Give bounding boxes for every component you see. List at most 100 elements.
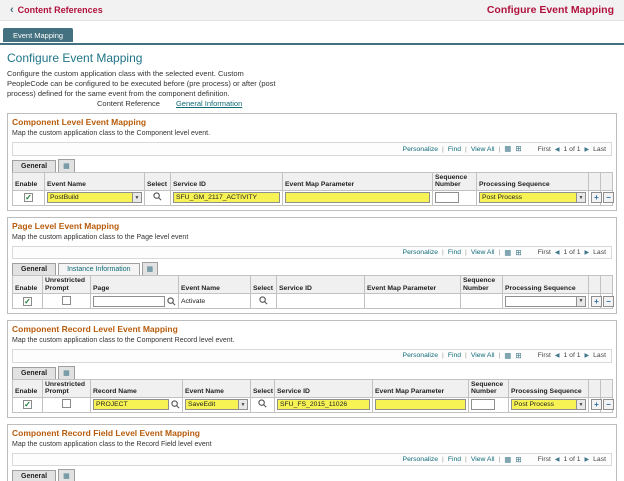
event-map-parameter-input[interactable] bbox=[285, 192, 430, 204]
separator: | bbox=[442, 352, 444, 360]
window-title: Configure Event Mapping bbox=[486, 4, 614, 16]
show-all-columns-tab-icon[interactable]: ▦ bbox=[58, 365, 75, 379]
event-map-parameter-input[interactable] bbox=[375, 399, 466, 411]
unrestricted-prompt-checkbox[interactable] bbox=[62, 399, 71, 409]
record-name-input[interactable]: PROJECT bbox=[93, 399, 169, 411]
service-id-input[interactable]: SFU_GM_2117_ACTIVITY bbox=[173, 192, 280, 204]
lookup-icon[interactable] bbox=[259, 295, 268, 305]
enable-checkbox[interactable]: ✓ bbox=[23, 400, 32, 410]
add-row-button[interactable]: + bbox=[591, 399, 602, 411]
grid-tab-instance-information[interactable]: Instance Information bbox=[58, 263, 140, 276]
last-label[interactable]: Last bbox=[593, 146, 606, 153]
column-header: Unrestricted Prompt bbox=[42, 378, 91, 398]
section-description: Map the custom application class to the … bbox=[12, 130, 211, 138]
previous-row-icon[interactable]: ◀ bbox=[555, 352, 560, 359]
find-link[interactable]: Find bbox=[448, 249, 461, 256]
section-component-record-level: Component Record Level Event Mapping Map… bbox=[7, 320, 617, 418]
remove-row-button[interactable]: − bbox=[603, 399, 614, 411]
table-row: ✓ PostBuild ▼ SFU_GM_2117_ACTIVITY Post P… bbox=[12, 189, 614, 206]
unrestricted-prompt-checkbox[interactable] bbox=[62, 295, 71, 305]
grid-tab-general[interactable]: General bbox=[12, 159, 57, 172]
download-icon[interactable]: ▦ bbox=[504, 145, 511, 153]
grid-toolbar: Personalize | Find | View All | ▦ ⊞ Firs… bbox=[12, 142, 612, 156]
last-label[interactable]: Last bbox=[593, 352, 606, 359]
general-information-link[interactable]: General Information bbox=[176, 99, 242, 108]
first-label[interactable]: First bbox=[538, 146, 551, 153]
show-all-columns-tab-icon[interactable]: ▦ bbox=[141, 262, 159, 276]
last-label[interactable]: Last bbox=[593, 249, 606, 256]
column-header: Record Name bbox=[90, 378, 183, 398]
find-link[interactable]: Find bbox=[448, 352, 461, 359]
row-count: 1 of 1 bbox=[563, 352, 581, 360]
download-icon[interactable]: ▦ bbox=[504, 456, 511, 464]
first-label[interactable]: First bbox=[538, 456, 551, 463]
event-name-select[interactable]: SaveEdit ▼ bbox=[185, 399, 248, 411]
personalize-link[interactable]: Personalize bbox=[403, 352, 439, 359]
column-header: Processing Sequence bbox=[476, 171, 589, 191]
add-row-button[interactable]: + bbox=[591, 295, 602, 307]
enable-checkbox[interactable]: ✓ bbox=[24, 193, 33, 203]
related-links: Content Reference General Information bbox=[97, 99, 617, 108]
view-all-link[interactable]: View All bbox=[471, 352, 495, 359]
grid-tab-general[interactable]: General bbox=[12, 263, 57, 276]
column-header bbox=[588, 378, 601, 398]
section-record-field-level: Component Record Field Level Event Mappi… bbox=[7, 423, 617, 481]
view-all-link[interactable]: View All bbox=[471, 146, 495, 153]
processing-sequence-select[interactable]: ▼ bbox=[505, 295, 586, 307]
find-link[interactable]: Find bbox=[448, 146, 461, 153]
sequence-number-input[interactable] bbox=[435, 192, 459, 204]
personalize-link[interactable]: Personalize bbox=[403, 146, 439, 153]
download-icon[interactable]: ▦ bbox=[504, 352, 511, 360]
separator: | bbox=[498, 248, 501, 256]
remove-row-button[interactable]: − bbox=[603, 192, 614, 204]
sequence-number-input[interactable] bbox=[471, 399, 495, 411]
last-label[interactable]: Last bbox=[593, 456, 606, 463]
download-icon[interactable]: ▦ bbox=[504, 249, 511, 257]
column-header: Sequence Number bbox=[432, 171, 477, 191]
section-description: Map the custom application class to the … bbox=[12, 337, 235, 345]
header-row: Enable Event Name Select Service ID Even… bbox=[12, 171, 613, 191]
tab-event-mapping[interactable]: Event Mapping bbox=[3, 28, 74, 42]
first-label[interactable]: First bbox=[538, 352, 551, 359]
personalize-link[interactable]: Personalize bbox=[403, 249, 439, 256]
event-name-text: Activate bbox=[181, 297, 206, 305]
lookup-icon[interactable] bbox=[258, 399, 267, 408]
next-row-icon[interactable]: ▶ bbox=[585, 249, 590, 256]
view-all-link[interactable]: View All bbox=[471, 249, 495, 256]
find-link[interactable]: Find bbox=[448, 456, 461, 463]
previous-row-icon[interactable]: ◀ bbox=[555, 146, 560, 153]
event-name-select[interactable]: PostBuild ▼ bbox=[47, 192, 142, 204]
next-row-icon[interactable]: ▶ bbox=[585, 456, 590, 463]
grid-tab-general[interactable]: General bbox=[12, 366, 57, 379]
enable-checkbox[interactable]: ✓ bbox=[23, 296, 32, 306]
zoom-icon[interactable]: ⊞ bbox=[515, 145, 521, 153]
zoom-icon[interactable]: ⊞ bbox=[515, 352, 521, 360]
lookup-icon[interactable] bbox=[153, 192, 162, 201]
view-all-link[interactable]: View All bbox=[471, 456, 495, 463]
remove-row-button[interactable]: − bbox=[603, 295, 614, 307]
show-all-columns-tab-icon[interactable]: ▦ bbox=[58, 469, 75, 481]
next-row-icon[interactable]: ▶ bbox=[585, 146, 590, 153]
page-input[interactable] bbox=[93, 295, 165, 307]
processing-sequence-select[interactable]: Post Process ▼ bbox=[511, 399, 586, 411]
first-label[interactable]: First bbox=[538, 249, 551, 256]
processing-sequence-value: Post Process bbox=[514, 401, 555, 409]
show-all-columns-tab-icon[interactable]: ▦ bbox=[58, 158, 75, 172]
service-id-input[interactable]: SFU_FS_2015_11026 bbox=[277, 399, 370, 411]
personalize-link[interactable]: Personalize bbox=[403, 456, 439, 463]
next-row-icon[interactable]: ▶ bbox=[585, 352, 590, 359]
zoom-icon[interactable]: ⊞ bbox=[515, 249, 521, 257]
previous-row-icon[interactable]: ◀ bbox=[555, 249, 560, 256]
column-header bbox=[600, 378, 613, 398]
lookup-icon[interactable] bbox=[171, 400, 180, 409]
processing-sequence-select[interactable]: Post Process ▼ bbox=[479, 192, 586, 204]
add-row-button[interactable]: + bbox=[591, 192, 602, 204]
zoom-icon[interactable]: ⊞ bbox=[515, 456, 521, 464]
grid-tab-general[interactable]: General bbox=[12, 470, 57, 481]
content-reference-link[interactable]: Content Reference bbox=[97, 99, 160, 108]
back-chevron-icon: ‹ bbox=[10, 3, 14, 16]
previous-row-icon[interactable]: ◀ bbox=[555, 456, 560, 463]
back-link[interactable]: ‹ Content References bbox=[10, 3, 103, 16]
lookup-icon[interactable] bbox=[167, 296, 176, 306]
column-header: Event Name bbox=[44, 171, 145, 191]
